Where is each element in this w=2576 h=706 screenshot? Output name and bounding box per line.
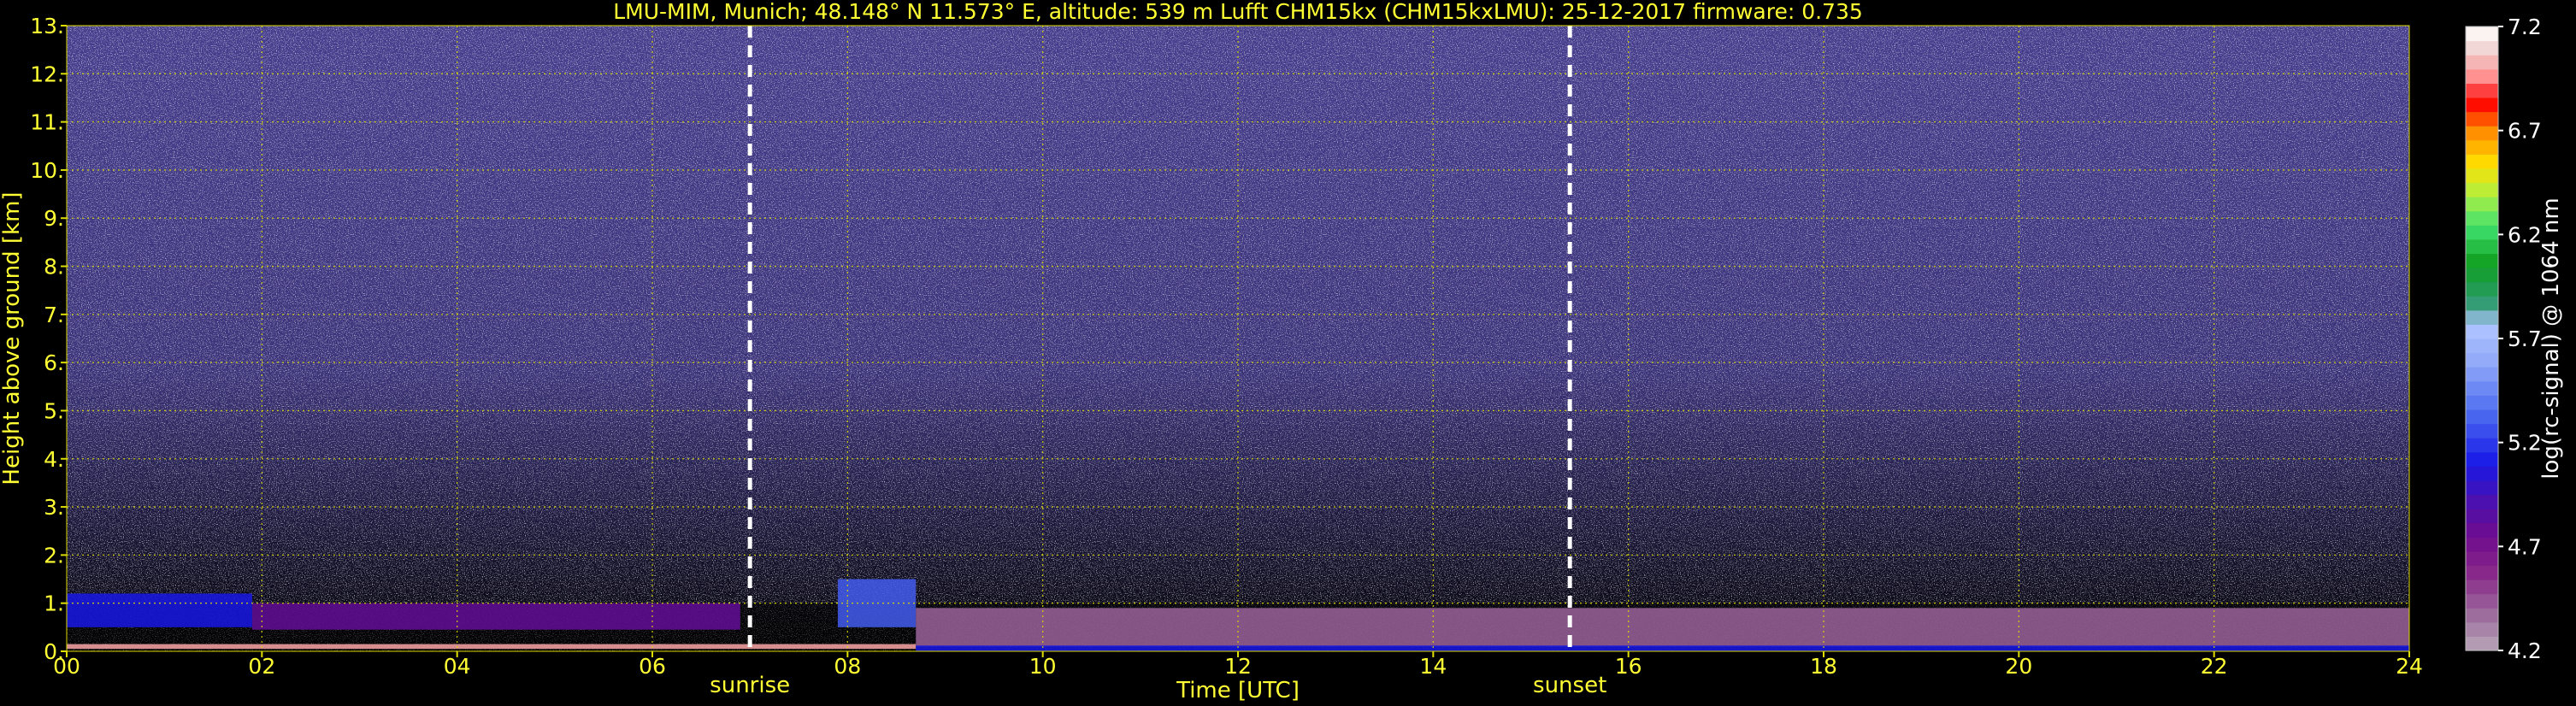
colorbar-segment [2466,621,2498,638]
colorbar-segment [2466,580,2498,595]
y-tick-label: 5. [44,398,64,423]
x-tick-label: 12 [1224,654,1252,679]
colorbar-segment [2466,466,2498,481]
colorbar-segment [2466,68,2498,84]
colorbar [2465,26,2499,651]
layer-3 [67,644,917,650]
x-axis-label: Time [UTC] [1176,678,1300,703]
y-tick-label: 6. [44,350,64,375]
lidar-backscatter-chart: LMU-MIM, Munich; 48.148° N 11.573° E, al… [0,0,2564,703]
colorbar-tick-label: 5.2 [2508,431,2542,456]
colorbar-segment [2466,210,2498,226]
x-tick-label: 02 [248,654,275,679]
y-tick-label: 12. [30,62,64,86]
x-tick-label: 24 [2396,654,2423,679]
colorbar-segment [2466,608,2498,623]
y-tick-label: 9. [44,206,64,231]
colorbar-segment [2466,593,2498,609]
colorbar-tick-label: 6.7 [2508,119,2542,144]
layer-5 [916,645,2409,651]
colorbar-segment [2466,423,2498,438]
colorbar-tick-label: 5.7 [2508,327,2542,351]
colorbar-segment [2466,494,2498,509]
colorbar-segment [2466,83,2498,98]
colorbar-segment [2466,550,2498,567]
colorbar-segment [2466,565,2498,580]
colorbar-segment [2466,168,2498,184]
colorbar-segment [2466,522,2498,538]
colorbar-segment [2466,97,2498,113]
y-tick-label: 8. [44,255,64,279]
colorbar-segment [2466,338,2498,354]
chart-title: LMU-MIM, Munich; 48.148° N 11.573° E, al… [613,0,1863,24]
x-tick-label: 10 [1029,654,1057,679]
colorbar-segment [2466,438,2498,453]
colorbar-segment [2466,40,2498,56]
colorbar-segment [2466,309,2498,326]
y-tick-label: 4. [44,447,64,472]
y-tick-label: 11. [30,110,64,135]
colorbar-label: log(rc-signal) @ 1064 nm [2538,197,2564,479]
colorbar-tick-label: 4.7 [2508,534,2542,559]
colorbar-segment [2466,154,2498,169]
y-tick-label: 2. [44,543,64,568]
colorbar-segment [2466,509,2498,524]
colorbar-segment [2466,409,2498,425]
x-tick-label: 08 [834,654,861,679]
colorbar-segment [2466,636,2498,651]
y-tick-label: 0. [44,639,64,664]
layer-4 [916,608,2409,647]
y-axis-ticks: 0. 1. 2. 3. 4. 5. 6. 7. 8. 9. 10. 11. 12. 13. [30,14,67,664]
x-tick-label: 16 [1615,654,1642,679]
y-axis-label: Height above ground [km] [0,191,25,485]
y-tick-label: 1. [44,591,64,616]
colorbar-segment [2466,253,2498,268]
colorbar-segment [2466,352,2498,368]
colorbar-segment [2466,395,2498,410]
colorbar-segment [2466,238,2498,255]
x-tick-label: 04 [444,654,471,679]
colorbar-ticks: 4.2 4.7 5.2 5.7 6.2 6.7 7.2 [2498,15,2542,663]
colorbar-segment [2466,451,2498,467]
colorbar-segment [2466,367,2498,382]
colorbar-segment [2466,197,2498,212]
colorbar-segment [2466,296,2498,311]
colorbar-tick-label: 4.2 [2508,638,2542,663]
colorbar-segment [2466,479,2498,496]
y-tick-label: 10. [30,158,64,183]
colorbar-segment [2466,139,2498,155]
colorbar-segment [2466,225,2498,240]
marker-label-sunrise: sunrise [710,673,790,698]
colorbar-segment [2466,126,2498,141]
colorbar-segment [2466,324,2498,339]
colorbar-tick-label: 7.2 [2508,15,2542,39]
colorbar-segment [2466,380,2498,396]
layer-0 [67,593,252,627]
colorbar-segment [2466,281,2498,297]
colorbar-segment [2466,55,2498,70]
y-tick-label: 7. [44,303,64,327]
x-tick-label: 22 [2201,654,2228,679]
colorbar-segment [2466,26,2498,42]
x-tick-label: 14 [1419,654,1447,679]
x-tick-label: 20 [2005,654,2032,679]
x-tick-label: 18 [1810,654,1837,679]
colorbar-tick-label: 6.2 [2508,222,2542,247]
x-axis-ticks: 00 02 04 06 08 10 12 14 16 18 20 22 24 [53,651,2423,679]
colorbar-segment [2466,111,2498,126]
colorbar-segment [2466,537,2498,552]
x-tick-label: 06 [639,654,666,679]
colorbar-segment [2466,182,2498,197]
colorbar-segment [2466,268,2498,283]
layer-1 [251,603,740,630]
marker-label-sunset: sunset [1533,673,1606,698]
y-tick-label: 3. [44,495,64,520]
y-tick-label: 13. [30,14,64,38]
